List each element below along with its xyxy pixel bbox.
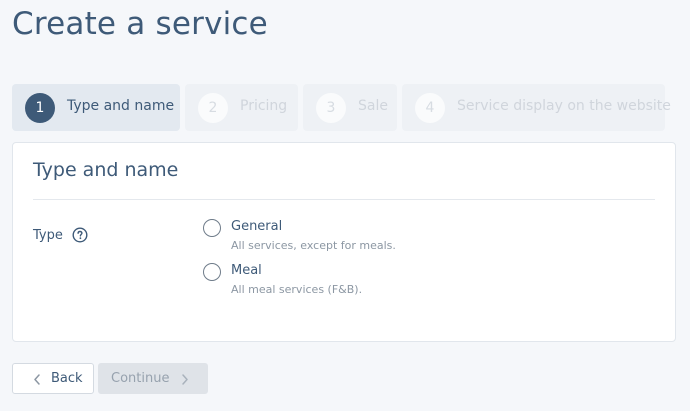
option-title: Meal (231, 263, 262, 278)
chevron-left-icon (34, 374, 40, 385)
step-label: Type and name (67, 98, 175, 114)
radio-button-general[interactable] (203, 219, 221, 237)
step-pricing[interactable]: 2 Pricing (185, 84, 298, 131)
step-sale[interactable]: 3 Sale (303, 84, 397, 131)
continue-button-label: Continue (111, 371, 170, 386)
option-description: All services, except for meals. (231, 239, 396, 252)
step-number: 3 (316, 93, 346, 123)
radio-button-meal[interactable] (203, 263, 221, 281)
step-number: 4 (415, 93, 445, 123)
option-title: General (231, 219, 283, 234)
step-service-display[interactable]: 4 Service display on the website (402, 84, 671, 131)
step-label: Service display on the website (457, 98, 671, 114)
type-and-name-card: Type and name Type General All services,… (12, 142, 676, 342)
type-field-label: Type (33, 228, 63, 243)
section-divider (33, 199, 655, 200)
option-description: All meal services (F&B). (231, 283, 363, 296)
step-number: 1 (25, 93, 55, 123)
back-button[interactable]: Back (12, 363, 94, 394)
question-circle-icon[interactable] (72, 227, 88, 243)
section-title: Type and name (33, 159, 179, 181)
chevron-right-icon (182, 374, 188, 385)
page-title: Create a service (12, 6, 268, 42)
continue-button[interactable]: Continue (98, 363, 208, 394)
step-label: Pricing (240, 98, 288, 114)
step-label: Sale (358, 98, 388, 114)
back-button-label: Back (51, 371, 83, 386)
step-number: 2 (198, 93, 228, 123)
step-type-and-name[interactable]: 1 Type and name (12, 84, 180, 131)
